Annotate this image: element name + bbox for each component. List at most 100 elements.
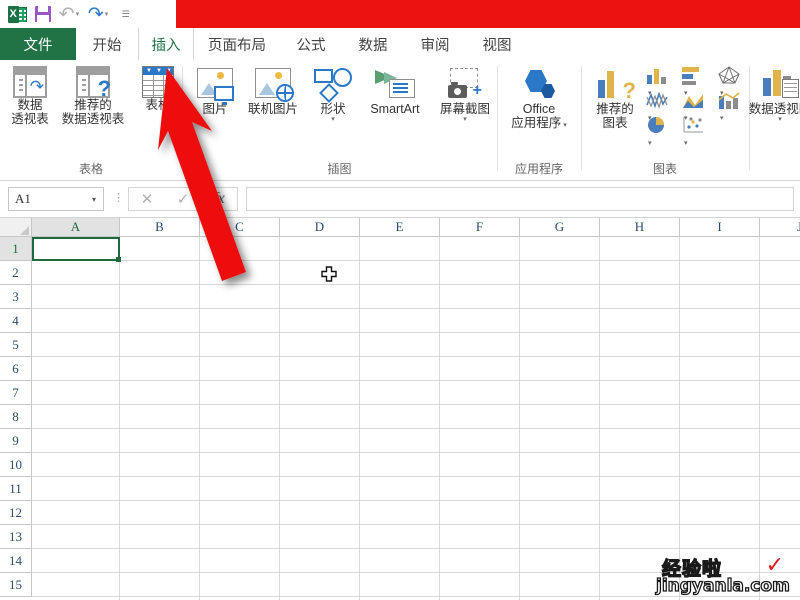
ribbon-group-tables: ↷ 数据 透视表 ? 推荐的 数据透视表 ▼ ▼ ▼ 表格 表格	[0, 60, 182, 179]
ribbon-group-reports: 数据透视图 ▾	[748, 60, 800, 179]
pivot-table-label-1: 数据	[17, 98, 43, 112]
line-chart-glyph	[646, 91, 668, 109]
office-apps-button[interactable]: Office 应用程序 ▾	[502, 70, 576, 130]
column-header-f[interactable]: F	[440, 218, 520, 237]
grid-vline	[359, 237, 360, 600]
online-pictures-button[interactable]: 联机图片	[241, 68, 305, 116]
formula-bar: A1 ▾ ⋮ ✕ ✓ fx	[0, 181, 800, 218]
enter-formula-button[interactable]: ✓	[165, 190, 201, 208]
screenshot-dropdown-icon[interactable]: ▾	[463, 116, 467, 124]
table-icon: ▼ ▼ ▼	[142, 66, 174, 98]
column-header-g[interactable]: G	[520, 218, 600, 237]
insert-function-button[interactable]: fx	[201, 190, 237, 208]
row-header-11[interactable]: 11	[0, 477, 32, 501]
name-box-dropdown-icon[interactable]: ▾	[85, 195, 103, 204]
column-header-d[interactable]: D	[280, 218, 360, 237]
ribbon-group-charts: ? 推荐的 图表 ▾ ▾ ▾ ▾ ▾ ▾ ▾ ▾ 图表	[582, 60, 748, 179]
tab-data[interactable]: 数据	[342, 28, 404, 60]
grid-vline	[759, 237, 760, 600]
tab-view[interactable]: 视图	[466, 28, 528, 60]
cancel-formula-button[interactable]: ✕	[129, 190, 165, 208]
office-apps-label-2-text: 应用程序	[511, 116, 562, 130]
recommended-charts-label-1: 推荐的	[596, 102, 634, 116]
row-header-9[interactable]: 9	[0, 429, 32, 453]
recommended-chart-icon: ?	[598, 68, 636, 102]
row-header-2[interactable]: 2	[0, 261, 32, 285]
tab-formulas[interactable]: 公式	[280, 28, 342, 60]
pivot-chart-label: 数据透视图	[748, 102, 800, 116]
column-header-a[interactable]: A	[32, 218, 120, 237]
row-header-1[interactable]: 1	[0, 237, 32, 261]
pictures-button[interactable]: 图片	[191, 68, 239, 116]
office-apps-icon	[523, 70, 555, 102]
undo-caret-icon[interactable]: ▾	[76, 5, 80, 24]
recommended-pivot-icon: ?	[76, 66, 111, 100]
row-header-12[interactable]: 12	[0, 501, 32, 525]
combo-chart-dropdown-icon[interactable]: ▾	[720, 115, 724, 122]
tab-insert[interactable]: 插入	[138, 28, 194, 61]
cell-area[interactable]	[32, 237, 800, 600]
pivot-table-button[interactable]: ↷ 数据 透视表	[6, 66, 54, 126]
tab-page-layout[interactable]: 页面布局	[194, 28, 280, 60]
save-button[interactable]	[30, 2, 56, 26]
office-apps-dropdown-icon[interactable]: ▾	[563, 122, 567, 129]
column-header-c[interactable]: C	[200, 218, 280, 237]
row-header-14[interactable]: 14	[0, 549, 32, 573]
screenshot-icon: +	[448, 68, 482, 102]
selected-cell-a1[interactable]	[32, 237, 120, 261]
screenshot-button[interactable]: + 屏幕截图 ▾	[435, 68, 495, 124]
tab-file[interactable]: 文件	[0, 28, 76, 60]
shapes-dropdown-icon[interactable]: ▾	[331, 116, 335, 124]
scatter-chart-button[interactable]: ▾	[682, 116, 704, 152]
recommended-charts-button[interactable]: ? 推荐的 图表	[586, 68, 644, 130]
pivot-chart-dropdown-icon[interactable]: ▾	[778, 116, 782, 124]
row-header-3[interactable]: 3	[0, 285, 32, 309]
picture-icon	[197, 68, 234, 105]
group-label-illustrations: 插图	[327, 162, 352, 176]
column-header-e[interactable]: E	[360, 218, 440, 237]
pie-chart-dropdown-icon[interactable]: ▾	[648, 140, 652, 147]
redo-caret-icon[interactable]: ▾	[105, 5, 109, 24]
column-header-h[interactable]: H	[600, 218, 680, 237]
scatter-chart-dropdown-icon[interactable]: ▾	[684, 140, 688, 147]
recommended-pivot-table-button[interactable]: ? 推荐的 数据透视表	[56, 66, 130, 126]
online-pictures-label: 联机图片	[247, 102, 298, 116]
redo-button[interactable]: ↷ ▾	[82, 2, 114, 26]
formula-input[interactable]	[246, 187, 794, 211]
ribbon-group-apps: Office 应用程序 ▾ 应用程序	[498, 60, 580, 179]
row-header-13[interactable]: 13	[0, 525, 32, 549]
grid-hline	[32, 428, 800, 429]
fill-handle[interactable]	[116, 257, 121, 262]
row-header-7[interactable]: 7	[0, 381, 32, 405]
row-header-6[interactable]: 6	[0, 357, 32, 381]
ribbon-group-illustrations: 图片 联机图片 形状 ▾ SmartArt + 屏幕截图 ▾ 插图	[183, 60, 496, 179]
grid-hline	[32, 308, 800, 309]
pivot-chart-button[interactable]: 数据透视图 ▾	[748, 68, 800, 124]
grid-hline	[32, 404, 800, 405]
pie-chart-button[interactable]: ▾	[646, 116, 668, 152]
column-header-j[interactable]: J	[760, 218, 800, 237]
combo-chart-button[interactable]: ▾	[718, 91, 740, 127]
row-header-4[interactable]: 4	[0, 309, 32, 333]
tab-home[interactable]: 开始	[76, 28, 138, 60]
group-label-apps: 应用程序	[514, 162, 563, 176]
grid-hline	[32, 260, 800, 261]
select-all-button[interactable]	[0, 218, 32, 237]
column-header-i[interactable]: I	[680, 218, 760, 237]
row-header-10[interactable]: 10	[0, 453, 32, 477]
pivot-chart-icon	[763, 68, 799, 102]
shapes-button[interactable]: 形状 ▾	[309, 68, 357, 124]
smartart-button[interactable]: SmartArt	[357, 70, 433, 116]
undo-button[interactable]: ↶ ▾	[56, 2, 82, 26]
tab-review[interactable]: 审阅	[404, 28, 466, 60]
office-apps-label-1: Office	[522, 102, 556, 116]
pivot-table-icon: ↷	[13, 66, 47, 98]
column-header-b[interactable]: B	[120, 218, 200, 237]
row-header-15[interactable]: 15	[0, 573, 32, 597]
row-header-8[interactable]: 8	[0, 405, 32, 429]
worksheet-grid[interactable]: A B C D E F G H I J 1 2 3 4 5 6 7 8 9 10…	[0, 218, 800, 600]
customize-qat-button[interactable]: ☰	[114, 2, 136, 26]
row-header-5[interactable]: 5	[0, 333, 32, 357]
name-box[interactable]: A1 ▾	[8, 187, 104, 211]
table-button[interactable]: ▼ ▼ ▼ 表格	[136, 66, 180, 112]
